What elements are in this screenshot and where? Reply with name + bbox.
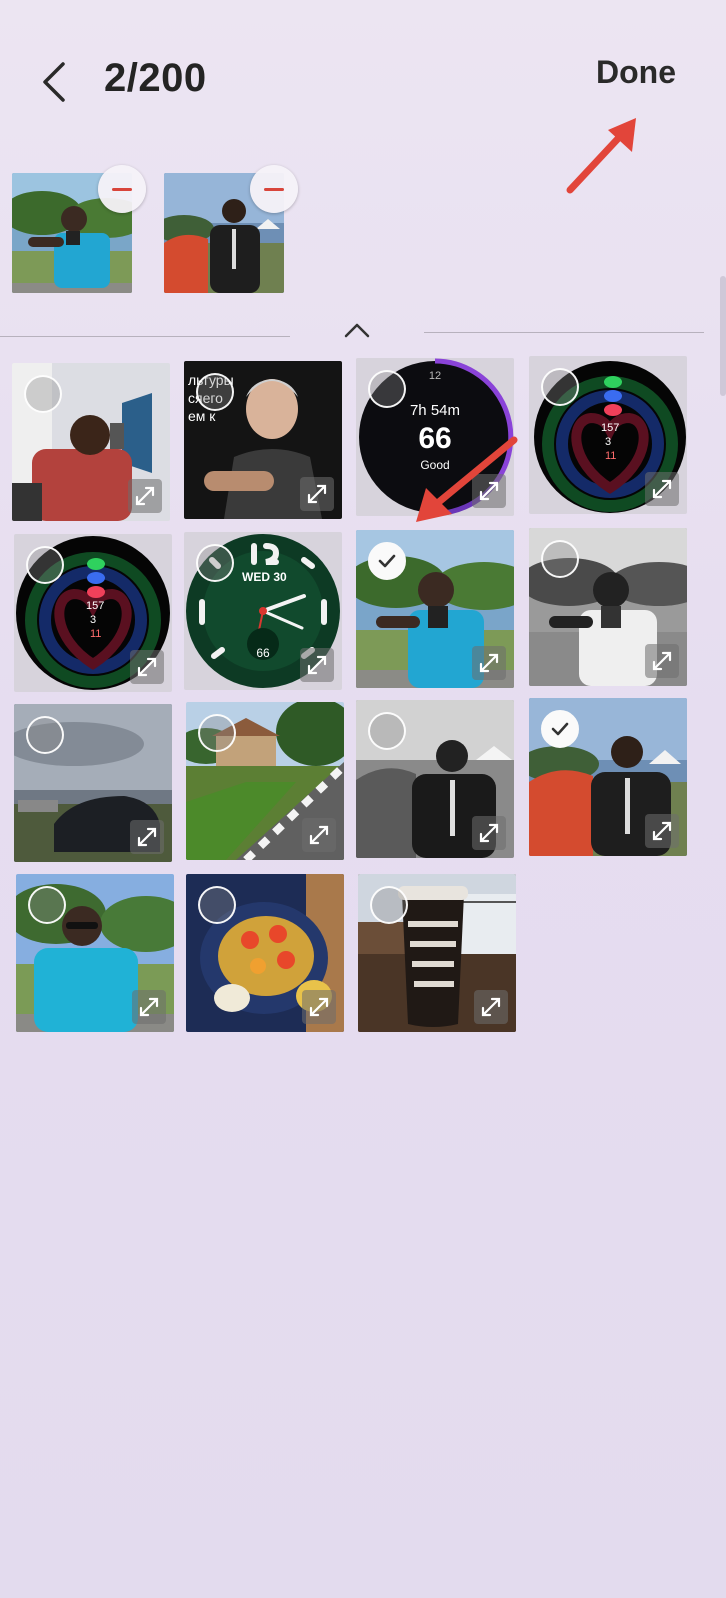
chevron-up-icon bbox=[344, 323, 370, 338]
activity-calories: 11 bbox=[90, 628, 102, 640]
expand-icon[interactable] bbox=[645, 814, 679, 848]
select-checkbox[interactable] bbox=[24, 375, 62, 413]
watch-date: WED 30 bbox=[242, 570, 287, 584]
photo-tile[interactable] bbox=[12, 363, 170, 521]
select-checkbox-checked[interactable] bbox=[541, 710, 579, 748]
photo-tile[interactable] bbox=[358, 874, 516, 1032]
photo-tile[interactable] bbox=[356, 700, 514, 858]
activity-steps: 157 bbox=[86, 600, 105, 612]
photo-tile-activity-watchface[interactable]: 157 3 11 bbox=[529, 356, 687, 514]
sleep-score: 66 bbox=[418, 422, 452, 455]
expand-icon[interactable] bbox=[300, 477, 334, 511]
expand-icon[interactable] bbox=[130, 650, 164, 684]
select-checkbox[interactable] bbox=[28, 886, 66, 924]
photo-tile-selected[interactable] bbox=[356, 530, 514, 688]
select-checkbox[interactable] bbox=[196, 544, 234, 582]
done-button[interactable]: Done bbox=[596, 54, 676, 91]
expand-icon[interactable] bbox=[472, 646, 506, 680]
checkmark-icon bbox=[551, 722, 569, 736]
selected-photo-1[interactable] bbox=[12, 165, 146, 293]
activity-exercise: 3 bbox=[605, 436, 612, 448]
expand-icon[interactable] bbox=[302, 990, 336, 1024]
select-checkbox[interactable] bbox=[541, 368, 579, 406]
expand-icon[interactable] bbox=[302, 818, 336, 852]
photo-tile[interactable] bbox=[186, 702, 344, 860]
expand-icon[interactable] bbox=[128, 479, 162, 513]
activity-steps: 157 bbox=[601, 422, 620, 434]
select-checkbox[interactable] bbox=[196, 373, 234, 411]
photo-tile[interactable] bbox=[14, 704, 172, 862]
selection-counter: 2/200 bbox=[104, 56, 207, 100]
divider bbox=[424, 332, 704, 333]
photo-tile-analog-watchface[interactable]: WED 30 66 bbox=[184, 532, 342, 690]
activity-exercise: 3 bbox=[90, 614, 97, 626]
photo-tile[interactable] bbox=[186, 874, 344, 1032]
remove-photo-1-button[interactable] bbox=[98, 165, 146, 213]
expand-icon[interactable] bbox=[474, 990, 508, 1024]
photo-tile-sleep-watchface[interactable]: 12 7h 54m 66 Good bbox=[356, 358, 514, 516]
expand-icon[interactable] bbox=[130, 820, 164, 854]
expand-icon[interactable] bbox=[472, 474, 506, 508]
expand-icon[interactable] bbox=[132, 990, 166, 1024]
select-checkbox[interactable] bbox=[368, 370, 406, 408]
minus-icon bbox=[112, 187, 132, 191]
photo-tile[interactable]: льтуры сяего ем к bbox=[184, 361, 342, 519]
checkmark-icon bbox=[378, 554, 396, 568]
select-checkbox[interactable] bbox=[26, 546, 64, 584]
activity-calories: 11 bbox=[605, 450, 617, 462]
divider bbox=[0, 336, 290, 337]
expand-icon[interactable] bbox=[300, 648, 334, 682]
collapse-strip-button[interactable] bbox=[340, 316, 374, 344]
expand-icon[interactable] bbox=[645, 644, 679, 678]
selected-photos-strip bbox=[0, 165, 726, 305]
photo-tile-activity-watchface[interactable]: 157 3 11 bbox=[14, 534, 172, 692]
scrollbar[interactable] bbox=[720, 276, 726, 396]
sleep-label: Good bbox=[420, 458, 450, 472]
minus-icon bbox=[264, 187, 284, 191]
photo-tile[interactable] bbox=[16, 874, 174, 1032]
remove-photo-2-button[interactable] bbox=[250, 165, 298, 213]
expand-icon[interactable] bbox=[472, 816, 506, 850]
select-checkbox[interactable] bbox=[26, 716, 64, 754]
expand-icon[interactable] bbox=[645, 472, 679, 506]
photo-tile[interactable] bbox=[529, 528, 687, 686]
select-checkbox[interactable] bbox=[198, 714, 236, 752]
chevron-left-icon bbox=[43, 62, 65, 102]
select-checkbox[interactable] bbox=[368, 712, 406, 750]
top-bar: 2/200 Done bbox=[0, 0, 726, 150]
back-button[interactable] bbox=[36, 56, 72, 108]
select-checkbox[interactable] bbox=[198, 886, 236, 924]
photo-tile-selected[interactable] bbox=[529, 698, 687, 856]
select-checkbox-checked[interactable] bbox=[368, 542, 406, 580]
select-checkbox[interactable] bbox=[541, 540, 579, 578]
selected-photo-2[interactable] bbox=[164, 165, 298, 293]
select-checkbox[interactable] bbox=[370, 886, 408, 924]
